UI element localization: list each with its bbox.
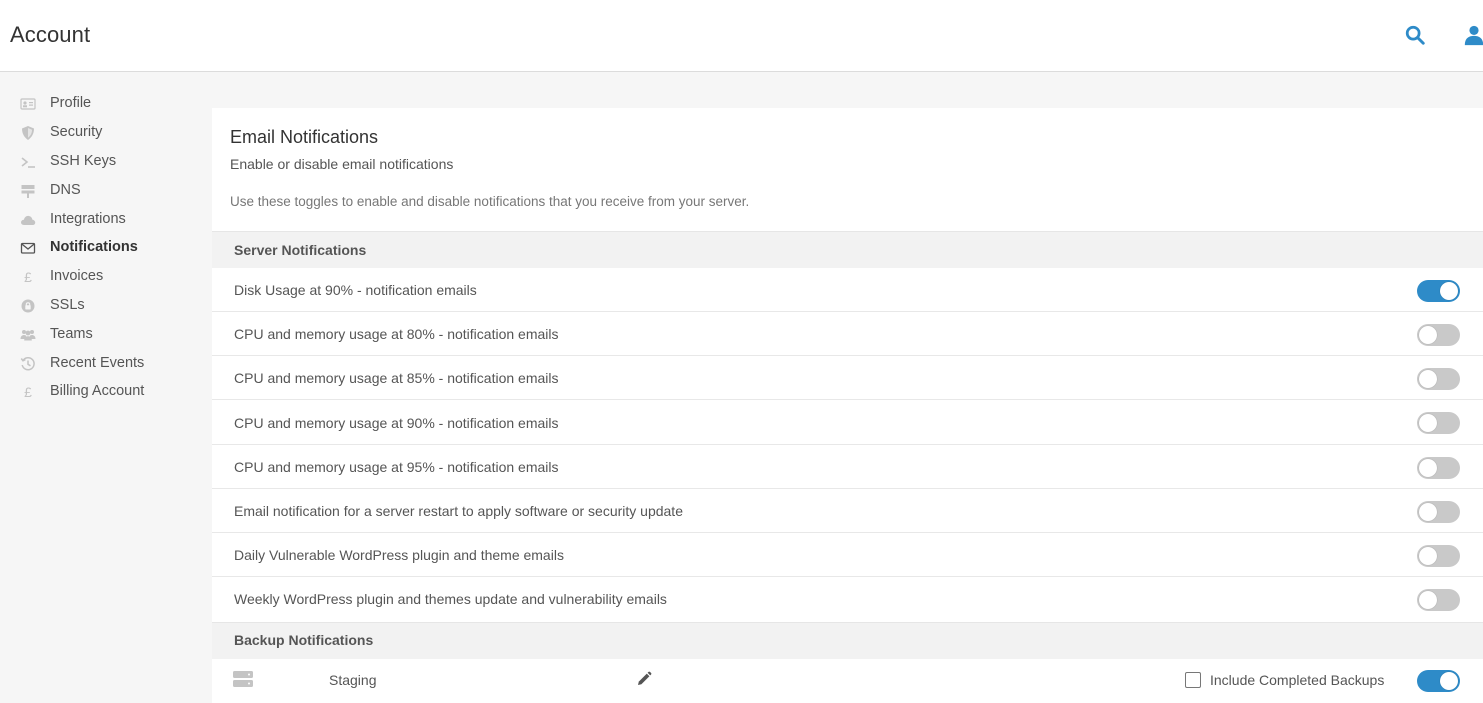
notification-toggle[interactable] <box>1417 280 1460 302</box>
panel-title: Email Notifications <box>230 127 379 147</box>
notification-label: CPU and memory usage at 80% - notificati… <box>234 326 559 342</box>
sidebar-item-teams[interactable]: Teams <box>0 322 200 348</box>
sidebar-item-label: Recent Events <box>50 355 145 371</box>
notification-toggle[interactable] <box>1417 501 1460 523</box>
notification-row: Email notification for a server restart … <box>212 489 1483 533</box>
notification-label: CPU and memory usage at 95% - notificati… <box>234 459 559 475</box>
notification-row: CPU and memory usage at 95% - notificati… <box>212 445 1483 489</box>
sidebar-item-label: Profile <box>50 95 92 111</box>
notification-toggle[interactable] <box>1417 412 1460 434</box>
notification-row: CPU and memory usage at 80% - notificati… <box>212 312 1483 356</box>
toggle-knob <box>1440 672 1458 690</box>
toggle-knob <box>1419 326 1437 344</box>
sidebar-item-label: Integrations <box>50 211 126 227</box>
backup-row: Staging Include Completed Backups <box>212 659 1483 703</box>
panel-description: Use these toggles to enable and disable … <box>230 194 750 209</box>
include-completed-backups-label: Include Completed Backups <box>1210 672 1385 688</box>
email-notifications-panel: Email Notifications Enable or disable em… <box>212 108 1483 703</box>
toggle-knob <box>1419 459 1437 477</box>
include-completed-backups-checkbox[interactable] <box>1185 672 1201 688</box>
sidebar-item-label: Security <box>50 124 103 140</box>
notification-label: Email notification for a server restart … <box>234 503 683 519</box>
notification-toggle[interactable] <box>1417 545 1460 567</box>
signpost-icon <box>20 183 36 199</box>
notification-label: Weekly WordPress plugin and themes updat… <box>234 591 667 607</box>
toggle-knob <box>1440 282 1458 300</box>
sidebar-item-ssls[interactable]: SSLs <box>0 293 200 319</box>
users-icon <box>20 327 36 343</box>
notification-row: CPU and memory usage at 90% - notificati… <box>212 401 1483 445</box>
sidebar: Profile Security SSH Keys DNS Integratio… <box>0 72 212 703</box>
sidebar-item-label: Teams <box>50 326 93 342</box>
pound-icon: £ <box>24 269 32 285</box>
toggle-knob <box>1419 414 1437 432</box>
toggle-knob <box>1419 591 1437 609</box>
section-title: Backup Notifications <box>234 632 374 648</box>
backup-notification-toggle[interactable] <box>1417 670 1460 692</box>
section-title: Server Notifications <box>234 242 367 258</box>
server-notifications-header: Server Notifications <box>212 231 1483 268</box>
panel-subtitle: Enable or disable email notifications <box>230 156 454 172</box>
sidebar-item-ssh-keys[interactable]: SSH Keys <box>0 149 200 175</box>
backup-server-name: Staging <box>329 672 377 688</box>
cloud-icon <box>20 212 36 228</box>
search-icon[interactable] <box>1404 24 1426 46</box>
sidebar-item-integrations[interactable]: Integrations <box>0 207 200 233</box>
terminal-icon <box>20 154 36 170</box>
toggle-knob <box>1419 547 1437 565</box>
notification-row: Daily Vulnerable WordPress plugin and th… <box>212 533 1483 577</box>
notification-toggle[interactable] <box>1417 589 1460 611</box>
sidebar-item-label: SSH Keys <box>50 153 117 169</box>
notification-label: CPU and memory usage at 90% - notificati… <box>234 415 559 431</box>
server-icon <box>233 670 253 688</box>
page-title: Account <box>10 22 91 47</box>
backup-notifications-header: Backup Notifications <box>212 622 1483 659</box>
sidebar-item-label: Notifications <box>50 239 138 255</box>
history-icon <box>20 356 36 372</box>
sidebar-item-invoices[interactable]: £ Invoices <box>0 264 200 290</box>
sidebar-item-notifications[interactable]: Notifications <box>0 235 200 261</box>
sidebar-item-profile[interactable]: Profile <box>0 91 200 117</box>
toggle-knob <box>1419 370 1437 388</box>
notification-toggle[interactable] <box>1417 457 1460 479</box>
notification-row: Weekly WordPress plugin and themes updat… <box>212 577 1483 621</box>
sidebar-item-label: DNS <box>50 182 81 198</box>
notification-row: Disk Usage at 90% - notification emails <box>212 268 1483 312</box>
sidebar-item-label: Invoices <box>50 268 104 284</box>
notification-label: Daily Vulnerable WordPress plugin and th… <box>234 547 564 563</box>
id-card-icon <box>20 96 36 112</box>
toggle-knob <box>1419 503 1437 521</box>
user-icon[interactable] <box>1463 24 1483 46</box>
envelope-icon <box>20 240 36 256</box>
notification-toggle[interactable] <box>1417 368 1460 390</box>
notification-label: Disk Usage at 90% - notification emails <box>234 282 477 298</box>
sidebar-item-dns[interactable]: DNS <box>0 178 200 204</box>
top-bar: Account <box>0 0 1483 72</box>
notification-toggle[interactable] <box>1417 324 1460 346</box>
sidebar-item-label: Billing Account <box>50 383 145 399</box>
pencil-icon[interactable] <box>636 671 652 687</box>
lock-icon <box>20 298 36 314</box>
sidebar-item-label: SSLs <box>50 297 85 313</box>
notification-row: CPU and memory usage at 85% - notificati… <box>212 356 1483 400</box>
notification-label: CPU and memory usage at 85% - notificati… <box>234 370 559 386</box>
sidebar-item-billing-account[interactable]: £ Billing Account <box>0 379 200 405</box>
sidebar-item-security[interactable]: Security <box>0 120 200 146</box>
pound-icon: £ <box>24 384 32 400</box>
sidebar-item-recent-events[interactable]: Recent Events <box>0 351 200 377</box>
shield-icon <box>20 125 36 141</box>
